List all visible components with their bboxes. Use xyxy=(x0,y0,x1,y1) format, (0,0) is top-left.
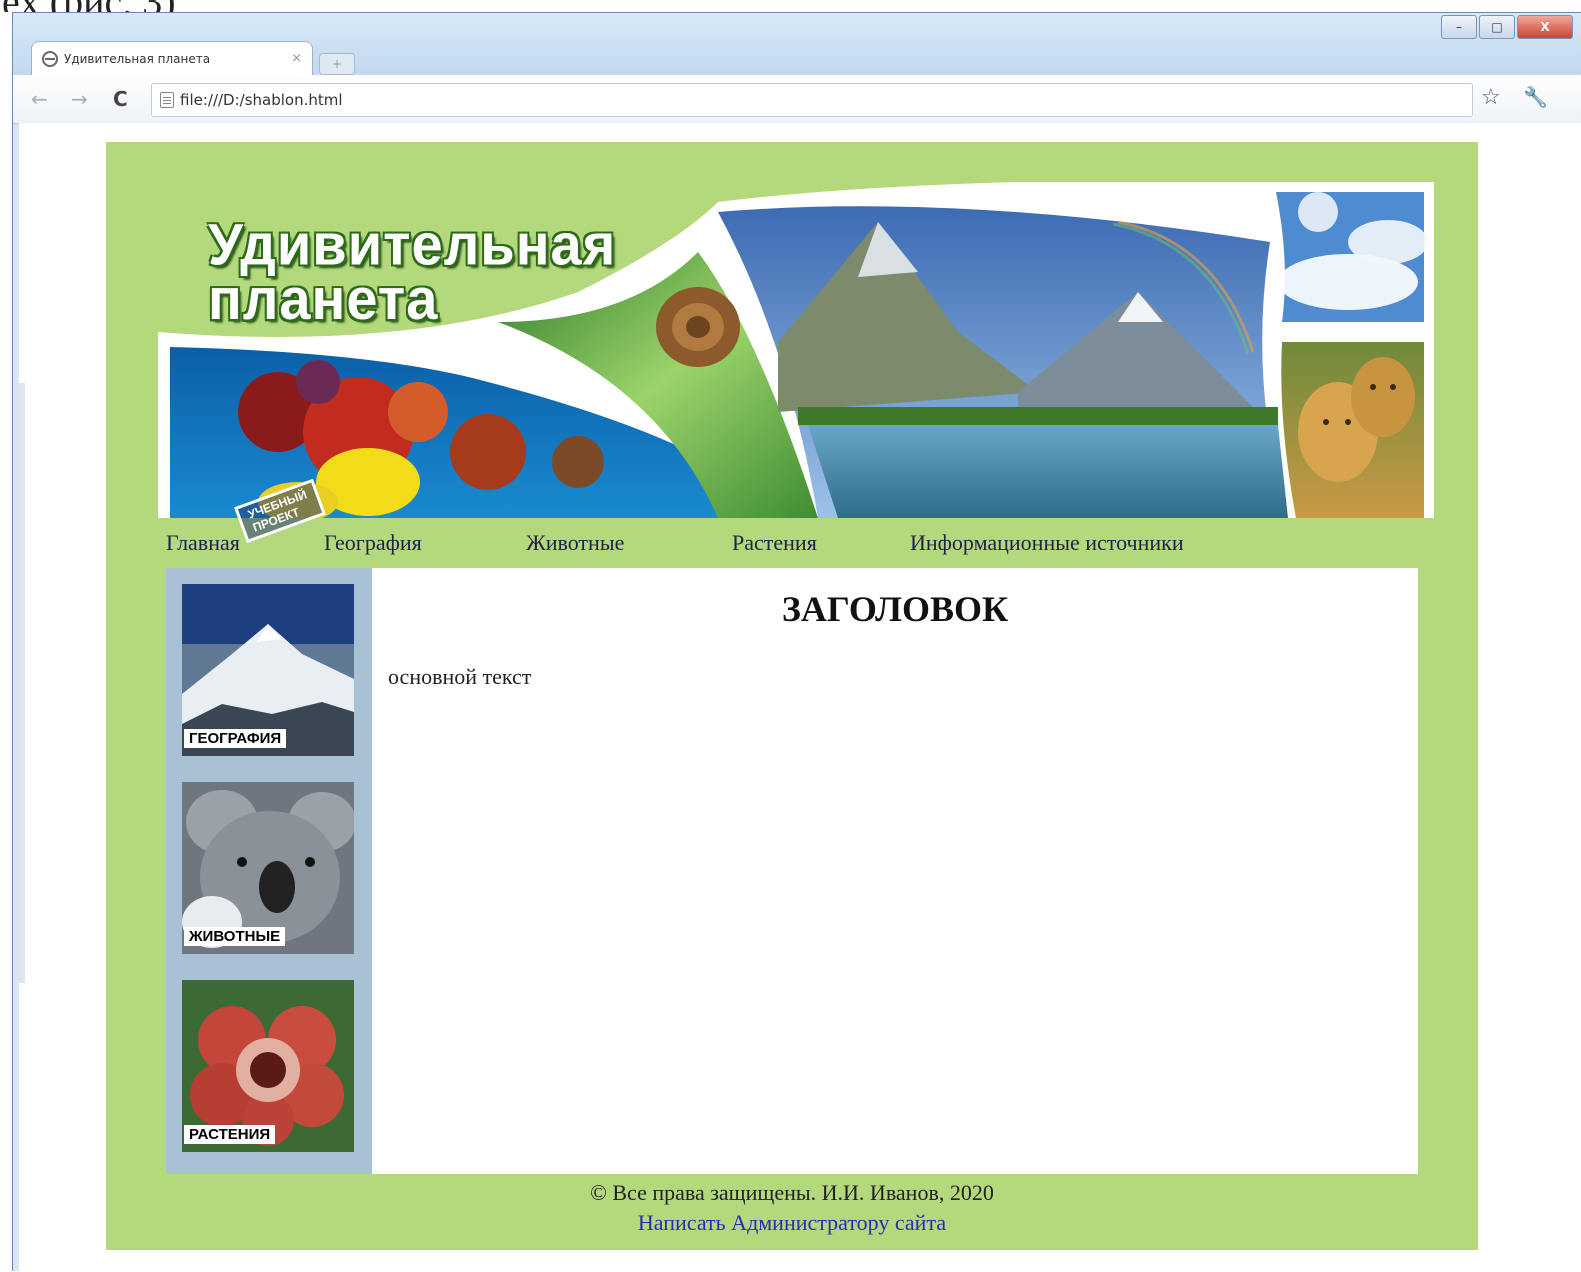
sidebar-label-animals: ЖИВОТНЫЕ xyxy=(184,927,286,946)
minimize-button[interactable]: – xyxy=(1441,15,1477,39)
menu-item-geography[interactable]: География xyxy=(324,530,422,556)
site-container: Удивительная планета УЧЕБНЫЙ ПРОЕКТ Глав… xyxy=(106,142,1478,1250)
wrench-icon[interactable]: 🔧 xyxy=(1523,85,1548,109)
menu-item-plants[interactable]: Растения xyxy=(732,530,817,556)
menu-item-sources[interactable]: Информационные источники xyxy=(910,530,1184,556)
sidebar-label-geography: ГЕОГРАФИЯ xyxy=(184,729,287,748)
logo-line-1: Удивительная xyxy=(208,211,617,278)
new-tab-button[interactable]: + xyxy=(319,53,355,75)
menu-item-animals[interactable]: Животные xyxy=(526,530,624,556)
main-content: ЗАГОЛОВОК основной текст xyxy=(372,568,1418,1174)
back-arrow-icon[interactable]: ← xyxy=(31,87,48,111)
contact-admin-link[interactable]: Написать Администратору сайта xyxy=(638,1210,946,1236)
footer: © Все права защищены. И.И. Иванов, 2020 … xyxy=(106,1180,1478,1236)
sidebar-item-plants[interactable]: РАСТЕНИЯ xyxy=(182,980,354,1152)
header-banner: Удивительная планета УЧЕБНЫЙ ПРОЕКТ xyxy=(158,179,1434,544)
window-controls: – □ X xyxy=(1439,15,1573,39)
browser-tab[interactable]: Удивительная планета × xyxy=(31,41,313,75)
page-heading: ЗАГОЛОВОК xyxy=(781,589,1009,629)
page-icon xyxy=(160,92,174,108)
body-text: основной текст xyxy=(388,664,532,689)
sidebar-item-animals[interactable]: ЖИВОТНЫЕ xyxy=(182,782,354,954)
globe-icon xyxy=(42,50,58,67)
url-text[interactable]: file:///D:/shablon.html xyxy=(180,91,343,109)
main-menu: Главная География Животные Растения Инфо… xyxy=(106,518,1478,568)
page-viewport: Удивительная планета УЧЕБНЫЙ ПРОЕКТ Глав… xyxy=(19,123,1581,1272)
menu-item-home[interactable]: Главная xyxy=(166,530,240,556)
tab-close-icon[interactable]: × xyxy=(291,51,302,66)
browser-window: – □ X Удивительная планета × + ← → C fil… xyxy=(12,12,1581,1272)
bookmark-star-icon[interactable]: ☆ xyxy=(1481,85,1501,110)
close-window-button[interactable]: X xyxy=(1517,15,1573,39)
reload-icon[interactable]: C xyxy=(113,87,128,111)
page-caption-clip: ex (рис. 3) xyxy=(0,0,1581,12)
tab-title: Удивительная планета xyxy=(64,51,211,66)
site-logo[interactable]: Удивительная планета xyxy=(208,211,617,332)
logo-line-2: планета xyxy=(208,265,439,332)
maximize-button[interactable]: □ xyxy=(1479,15,1515,39)
sidebar: ГЕОГРАФИЯ ЖИВОТНЫЕ РАСТЕНИЯ xyxy=(166,568,372,1174)
scroll-edge xyxy=(19,383,25,983)
sidebar-label-plants: РАСТЕНИЯ xyxy=(184,1125,276,1144)
address-bar[interactable]: file:///D:/shablon.html xyxy=(151,83,1473,117)
forward-arrow-icon[interactable]: → xyxy=(71,87,88,111)
browser-toolbar: ← → C file:///D:/shablon.html ☆ 🔧 xyxy=(13,75,1581,124)
sidebar-item-geography[interactable]: ГЕОГРАФИЯ xyxy=(182,584,354,756)
footer-copyright: © Все права защищены. И.И. Иванов, 2020 xyxy=(590,1180,994,1205)
